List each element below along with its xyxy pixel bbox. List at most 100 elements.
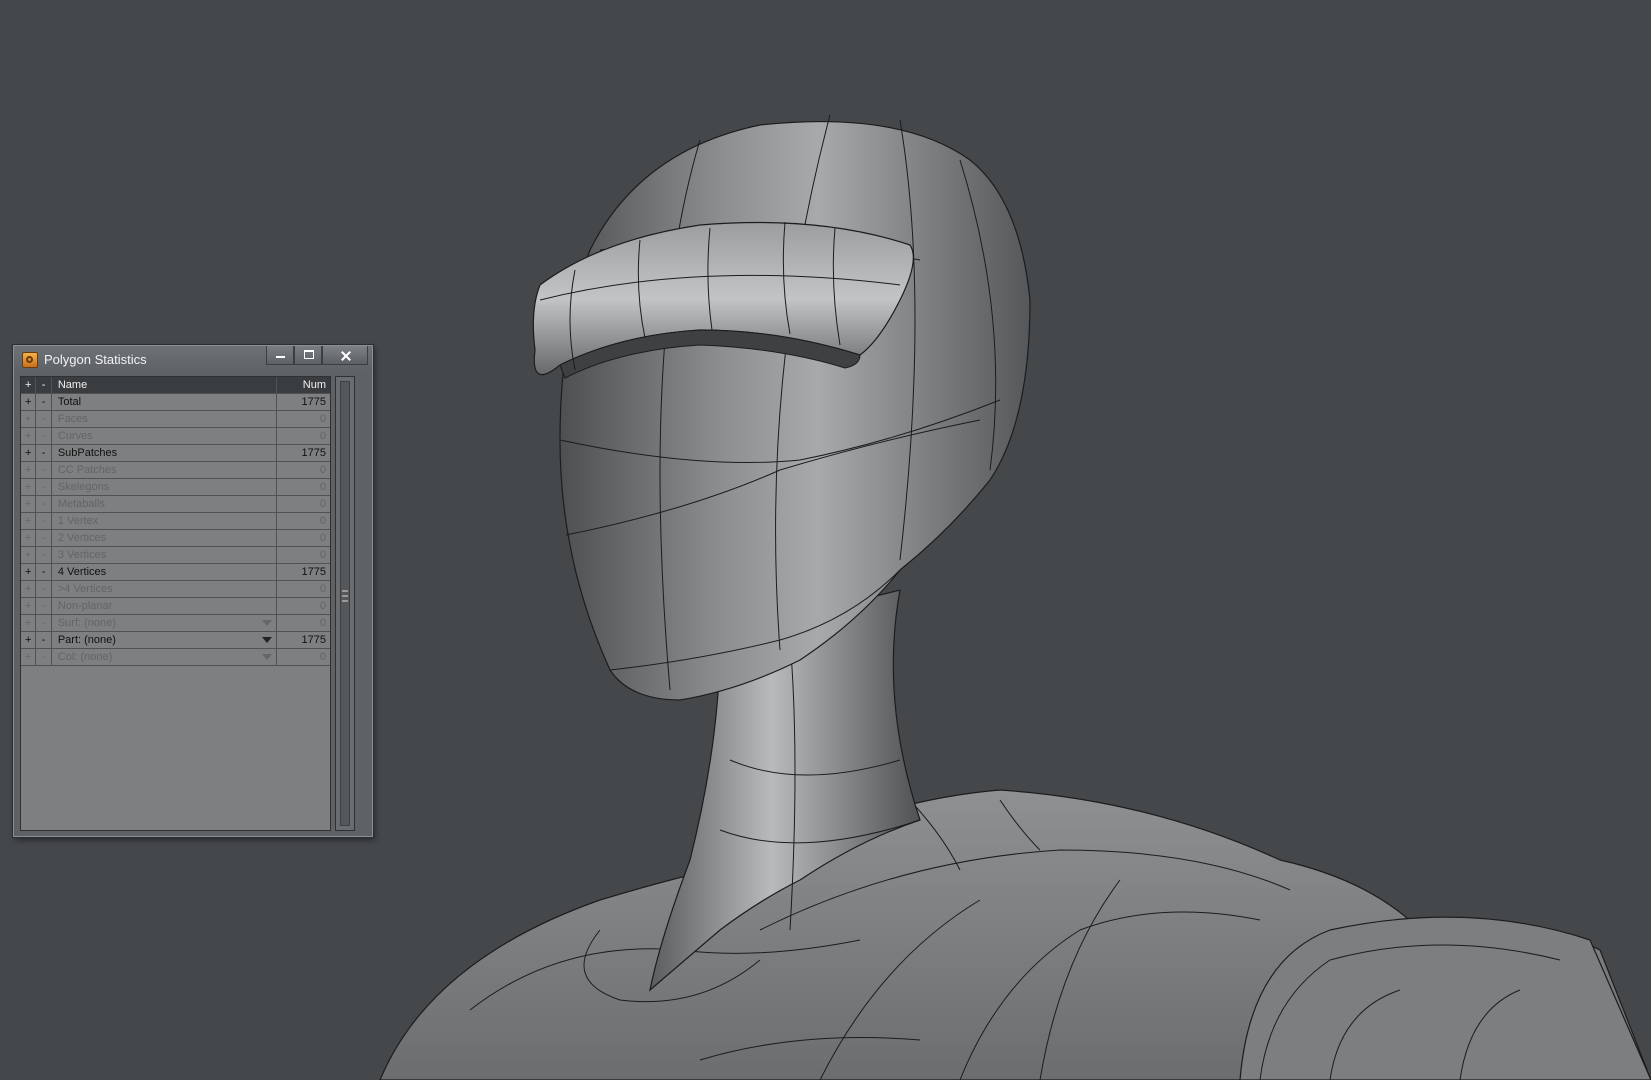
window-controls [266, 346, 368, 366]
row-count: 0 [319, 583, 327, 595]
row-name: Metaballs [52, 496, 277, 512]
table-row[interactable]: + - >4 Vertices 0 [21, 581, 330, 598]
row-name-label: 2 Vertices [57, 532, 107, 544]
scrollbar-thumb[interactable] [340, 381, 350, 826]
table-row[interactable]: + - Faces 0 [21, 411, 330, 428]
table-row[interactable]: + - SubPatches 1775 [21, 445, 330, 462]
maximize-icon[interactable] [294, 346, 322, 365]
row-minus-button[interactable]: - [36, 479, 52, 495]
table-scrollbar[interactable] [335, 376, 355, 831]
row-name-label: Part: (none) [57, 634, 116, 646]
table-row[interactable]: + -1 Vertex 0 [21, 513, 330, 530]
row-plus-button[interactable]: + [21, 649, 37, 665]
row-name: 4 Vertices [52, 564, 277, 580]
row-minus-button[interactable]: - [36, 598, 52, 614]
row-name[interactable]: Part: (none) [52, 632, 277, 648]
row-minus-button[interactable]: - [36, 649, 52, 665]
dropdown-arrow-icon[interactable] [262, 637, 272, 643]
row-name-label: Faces [57, 413, 88, 425]
row-name-label: SubPatches [57, 447, 118, 459]
row-count: 0 [319, 464, 327, 476]
row-minus-button[interactable]: - [36, 615, 52, 631]
header-minus[interactable]: - [36, 377, 52, 393]
row-plus-button[interactable]: + [21, 428, 37, 444]
row-minus-button[interactable]: - [36, 411, 52, 427]
table-row[interactable]: + -2 Vertices 0 [21, 530, 330, 547]
table-row[interactable]: + - CC Patches 0 [21, 462, 330, 479]
row-name: SubPatches [52, 445, 277, 461]
table-row[interactable]: + - Part: (none) 1775 [21, 632, 330, 649]
table-row[interactable]: + - Metaballs 0 [21, 496, 330, 513]
scrollbar-grip [342, 590, 348, 604]
row-minus-button[interactable]: - [36, 445, 52, 461]
row-plus-button[interactable]: + [21, 598, 37, 614]
row-count: 1775 [301, 396, 327, 408]
header-name[interactable]: Name [52, 377, 277, 393]
row-minus-button[interactable]: - [36, 564, 52, 580]
row-plus-button[interactable]: + [21, 479, 37, 495]
row-count: 1775 [301, 634, 327, 646]
row-name-label: Surf: (none) [57, 617, 116, 629]
table-row[interactable]: + - Surf: (none) 0 [21, 615, 330, 632]
row-name: Non-planar [52, 598, 277, 614]
row-plus-button[interactable]: + [21, 564, 37, 580]
row-plus-button[interactable]: + [21, 530, 37, 546]
row-name: Skelegons [52, 479, 277, 495]
table-rows: + - Total 1775 + - Faces 0 + - Curves 0 + - SubPatches… [21, 394, 330, 666]
row-plus-button[interactable]: + [21, 547, 37, 563]
dropdown-arrow-icon[interactable] [262, 620, 272, 626]
row-name-label: >4 Vertices [57, 583, 113, 595]
row-name: Faces [52, 411, 277, 427]
header-plus[interactable]: + [21, 377, 37, 393]
table-row[interactable]: + - Total 1775 [21, 394, 330, 411]
close-icon[interactable] [322, 346, 368, 365]
dropdown-arrow-icon[interactable] [262, 654, 272, 660]
row-name-label: Curves [57, 430, 93, 442]
row-name[interactable]: Surf: (none) [52, 615, 277, 631]
row-plus-button[interactable]: + [21, 445, 37, 461]
row-count: 1775 [301, 447, 327, 459]
table-row[interactable]: + - Non-planar 0 [21, 598, 330, 615]
row-name: 2 Vertices [52, 530, 277, 546]
row-name-label: Metaballs [57, 498, 105, 510]
row-minus-button[interactable]: - [36, 462, 52, 478]
row-count: 0 [319, 498, 327, 510]
row-plus-button[interactable]: + [21, 462, 37, 478]
row-plus-button[interactable]: + [21, 496, 37, 512]
row-plus-button[interactable]: + [21, 411, 37, 427]
row-plus-button[interactable]: + [21, 581, 37, 597]
row-name: >4 Vertices [52, 581, 277, 597]
row-name[interactable]: Col: (none) [52, 649, 277, 665]
row-minus-button[interactable]: - [36, 632, 52, 648]
row-count: 0 [319, 549, 327, 561]
window-title: Polygon Statistics [44, 352, 147, 367]
table-row[interactable]: + - Curves 0 [21, 428, 330, 445]
row-minus-button[interactable]: - [36, 581, 52, 597]
row-count: 0 [319, 600, 327, 612]
polygon-statistics-window: Polygon Statistics + - Name Num + - Total 1… [13, 345, 373, 837]
statistics-table: + - Name Num + - Total 1775 + - Faces 0 + - Curves… [20, 376, 331, 831]
row-plus-button[interactable]: + [21, 513, 37, 529]
row-name-label: 3 Vertices [57, 549, 107, 561]
row-minus-button[interactable]: - [36, 428, 52, 444]
row-minus-button[interactable]: - [36, 513, 52, 529]
row-name: 1 Vertex [52, 513, 277, 529]
row-name-label: CC Patches [57, 464, 117, 476]
row-count: 0 [319, 481, 327, 493]
table-row[interactable]: + -3 Vertices 0 [21, 547, 330, 564]
row-name: 3 Vertices [52, 547, 277, 563]
row-minus-button[interactable]: - [36, 394, 52, 410]
row-plus-button[interactable]: + [21, 394, 37, 410]
table-row[interactable]: + -4 Vertices 1775 [21, 564, 330, 581]
row-minus-button[interactable]: - [36, 496, 52, 512]
row-name: Curves [52, 428, 277, 444]
minimize-icon[interactable] [266, 346, 294, 365]
table-row[interactable]: + - Col: (none) 0 [21, 649, 330, 666]
header-num[interactable]: Num [277, 377, 330, 393]
row-minus-button[interactable]: - [36, 530, 52, 546]
row-plus-button[interactable]: + [21, 632, 37, 648]
row-minus-button[interactable]: - [36, 547, 52, 563]
row-plus-button[interactable]: + [21, 615, 37, 631]
table-row[interactable]: + - Skelegons 0 [21, 479, 330, 496]
window-titlebar[interactable]: Polygon Statistics [14, 346, 372, 374]
